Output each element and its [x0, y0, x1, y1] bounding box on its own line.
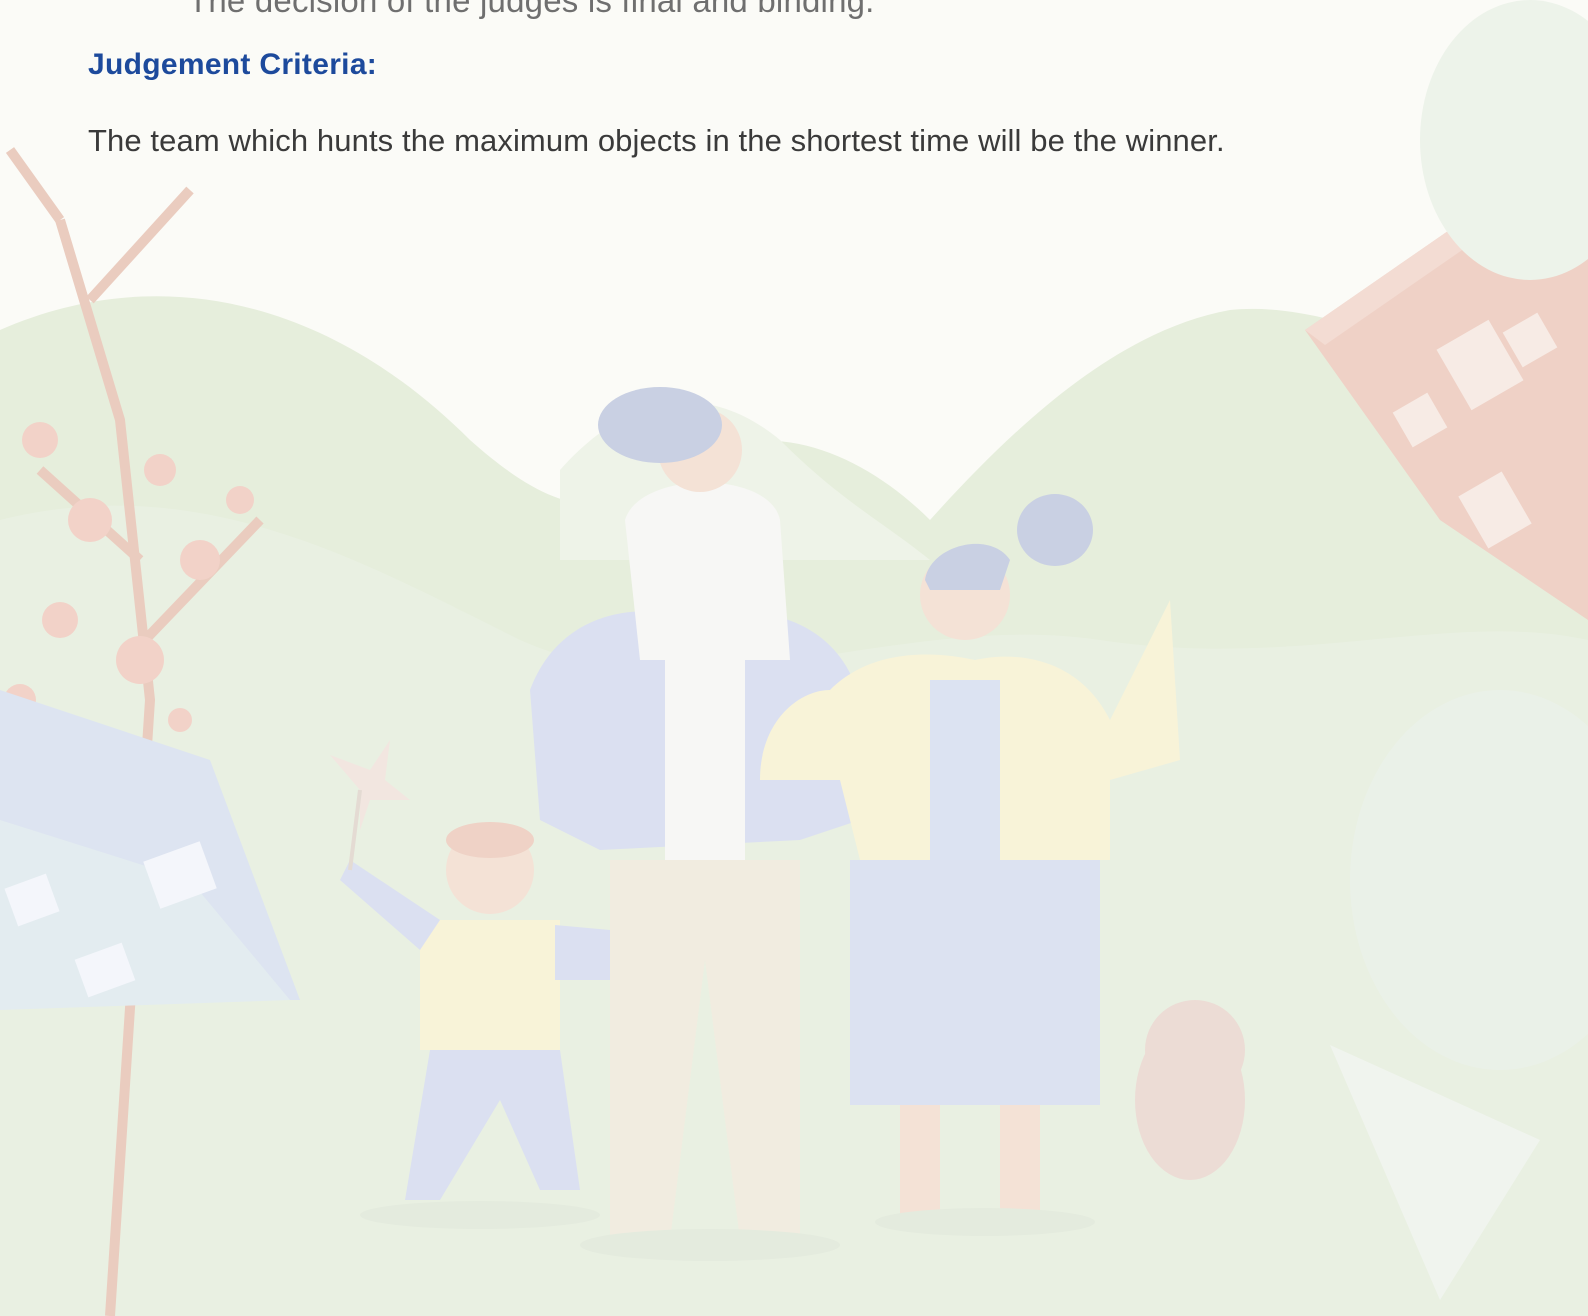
judgement-criteria-heading: Judgement Criteria:: [88, 48, 378, 81]
document-page: The decision of the judges is final and …: [0, 0, 1588, 1316]
judgement-criteria-text: The team which hunts the maximum objects…: [88, 123, 1225, 158]
cut-off-rule-text: The decision of the judges is final and …: [188, 0, 875, 19]
